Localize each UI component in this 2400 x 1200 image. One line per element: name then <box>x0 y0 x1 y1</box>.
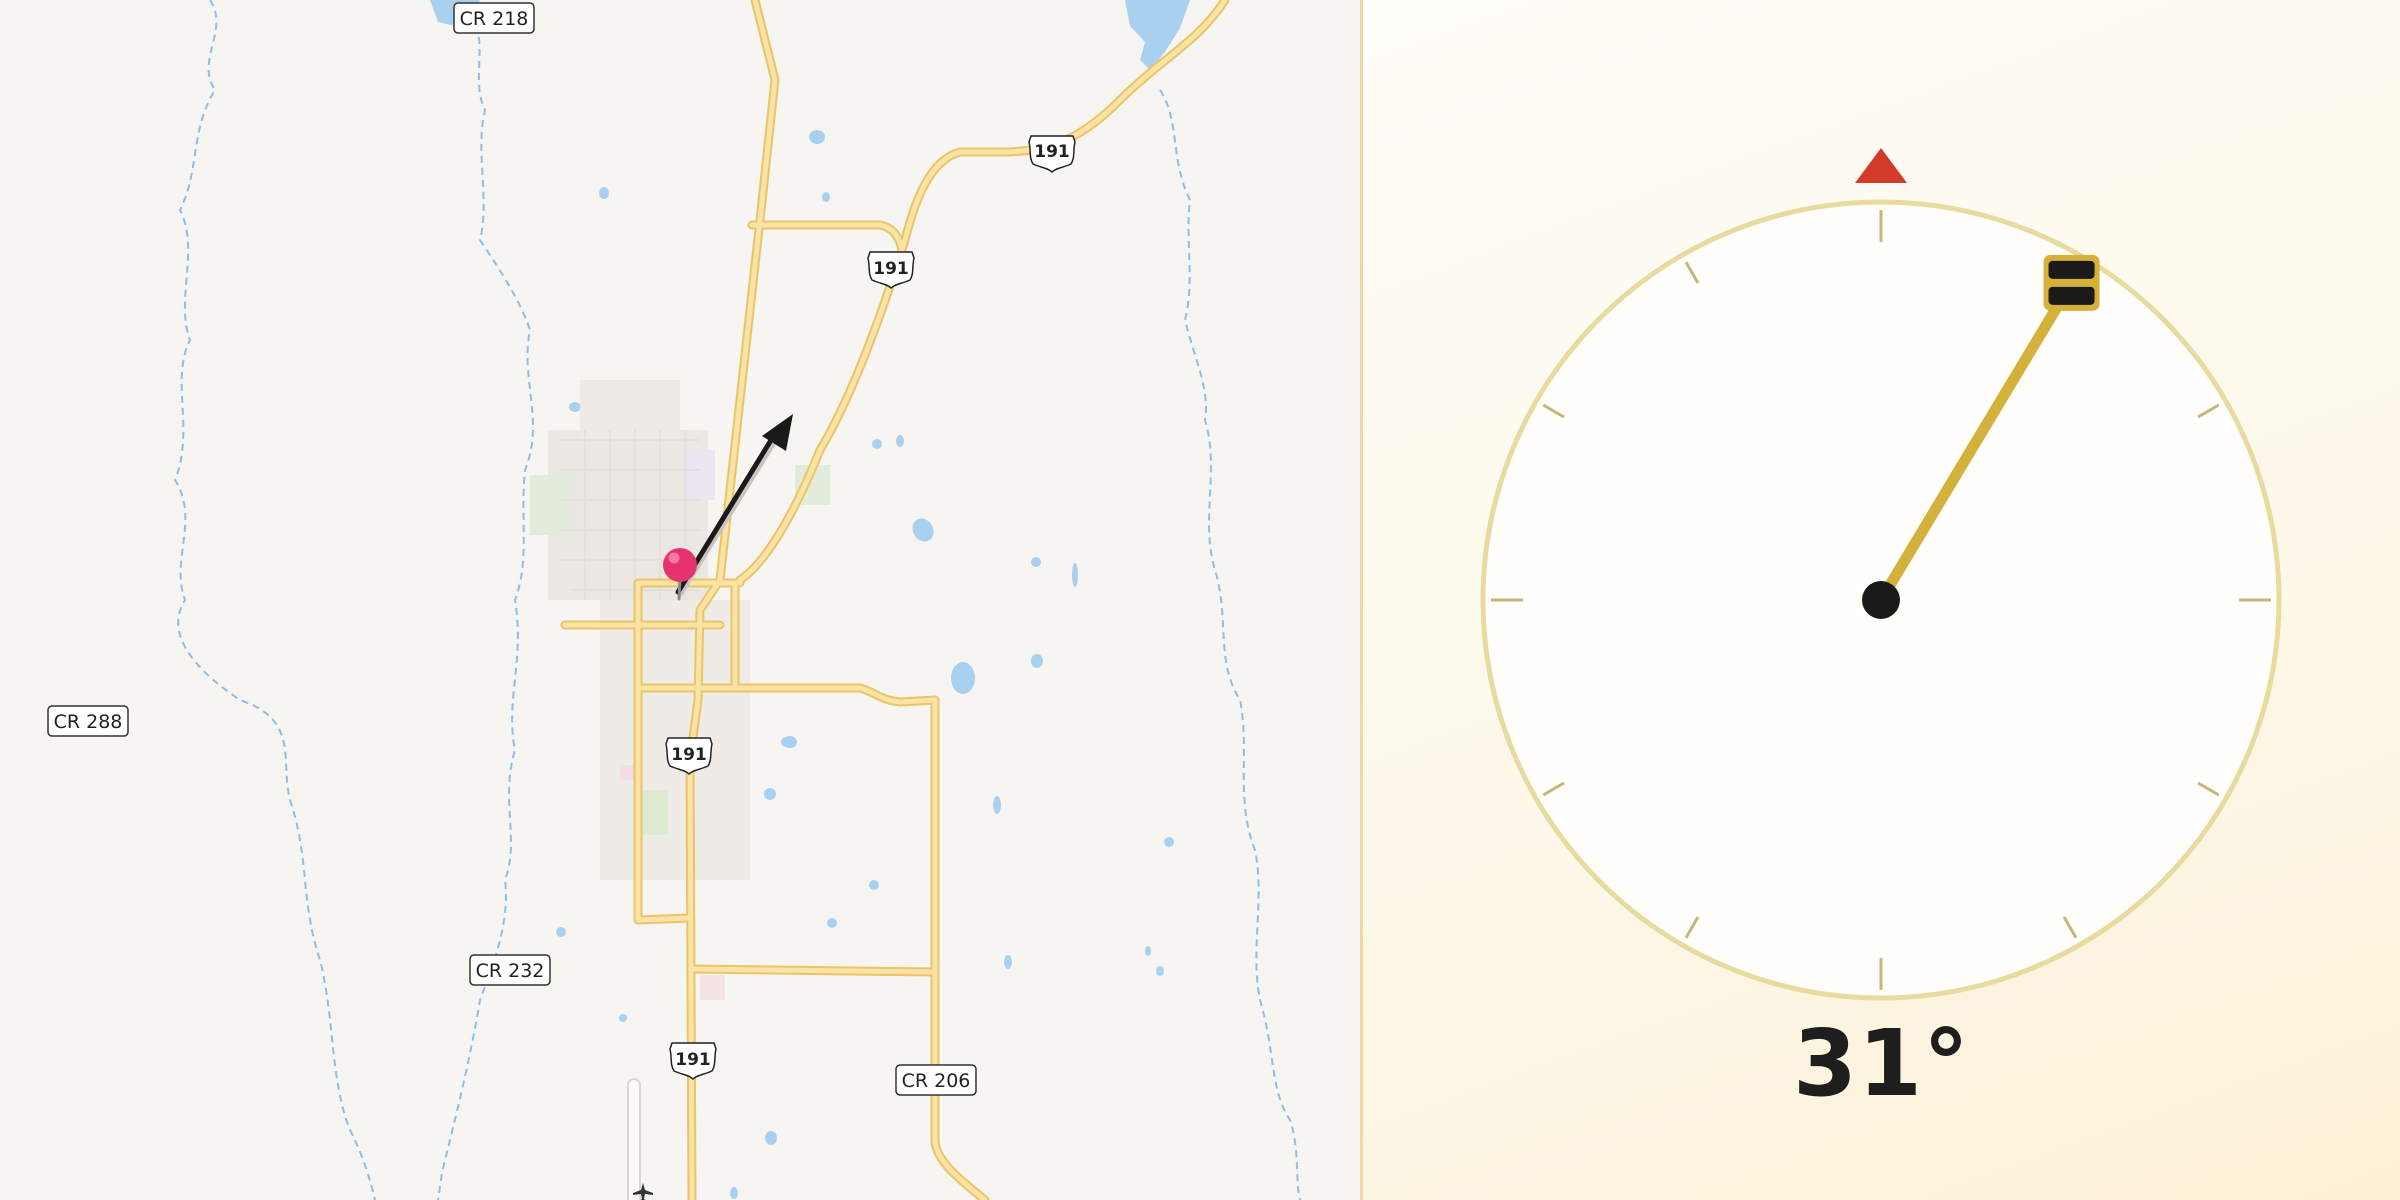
campus <box>685 450 715 500</box>
pond <box>993 796 1001 814</box>
needle-hub <box>1862 581 1900 619</box>
pond <box>1145 946 1151 956</box>
park <box>530 475 570 535</box>
label-cr-232: CR 232 <box>469 954 551 986</box>
shield-us-191: 191 <box>669 1042 717 1081</box>
pond <box>764 788 776 800</box>
svg-text:CR 206: CR 206 <box>902 1070 971 1092</box>
pond <box>912 518 934 542</box>
pond <box>765 1131 777 1145</box>
label-cr-206: CR 206 <box>895 1064 977 1096</box>
pond <box>872 439 882 449</box>
lake <box>1125 0 1190 70</box>
needle-handle-icon[interactable] <box>2043 254 2100 311</box>
svg-text:191: 191 <box>675 1050 711 1070</box>
pond <box>1004 955 1012 969</box>
heading-readout: 31° <box>1792 1010 1971 1117</box>
svg-text:191: 191 <box>1034 142 1070 162</box>
pond <box>781 737 791 747</box>
pond <box>1072 563 1078 587</box>
pond <box>1156 966 1164 976</box>
pond <box>1164 837 1174 847</box>
park <box>640 790 668 835</box>
pond <box>951 662 975 694</box>
pond <box>599 187 609 199</box>
pond <box>896 435 904 447</box>
pond <box>1031 557 1041 567</box>
pond <box>569 402 581 412</box>
label-cr-218: CR 218 <box>453 2 535 34</box>
pond <box>809 130 825 144</box>
pond <box>827 918 837 928</box>
svg-text:CR 232: CR 232 <box>476 960 545 982</box>
shield-us-191: 191 <box>867 251 915 290</box>
creek <box>173 0 376 1200</box>
north-triangle-icon <box>1855 148 1907 183</box>
svg-text:191: 191 <box>873 259 909 279</box>
town-area <box>700 975 725 1000</box>
town-area <box>580 380 680 440</box>
creek <box>1159 89 1301 1200</box>
pond <box>1031 654 1043 668</box>
pond <box>822 192 830 202</box>
compass-panel: 31° <box>1363 0 2400 1200</box>
pond <box>619 1014 627 1022</box>
map-canvas[interactable]: CR 218 CR 288 CR 232 CR 206 191 191 191 <box>0 0 1360 1200</box>
svg-text:CR 218: CR 218 <box>460 8 529 30</box>
water-bodies <box>430 0 1190 1199</box>
svg-text:191: 191 <box>671 745 707 765</box>
hospital-area <box>620 765 635 780</box>
pond <box>869 880 879 890</box>
pond <box>556 927 566 937</box>
label-cr-288: CR 288 <box>47 705 129 737</box>
map-panel[interactable]: CR 218 CR 288 CR 232 CR 206 191 191 191 <box>0 0 1360 1200</box>
svg-text:CR 288: CR 288 <box>54 711 123 733</box>
shield-us-191: 191 <box>1028 135 1076 174</box>
creek <box>437 14 535 1200</box>
pond <box>730 1187 738 1199</box>
